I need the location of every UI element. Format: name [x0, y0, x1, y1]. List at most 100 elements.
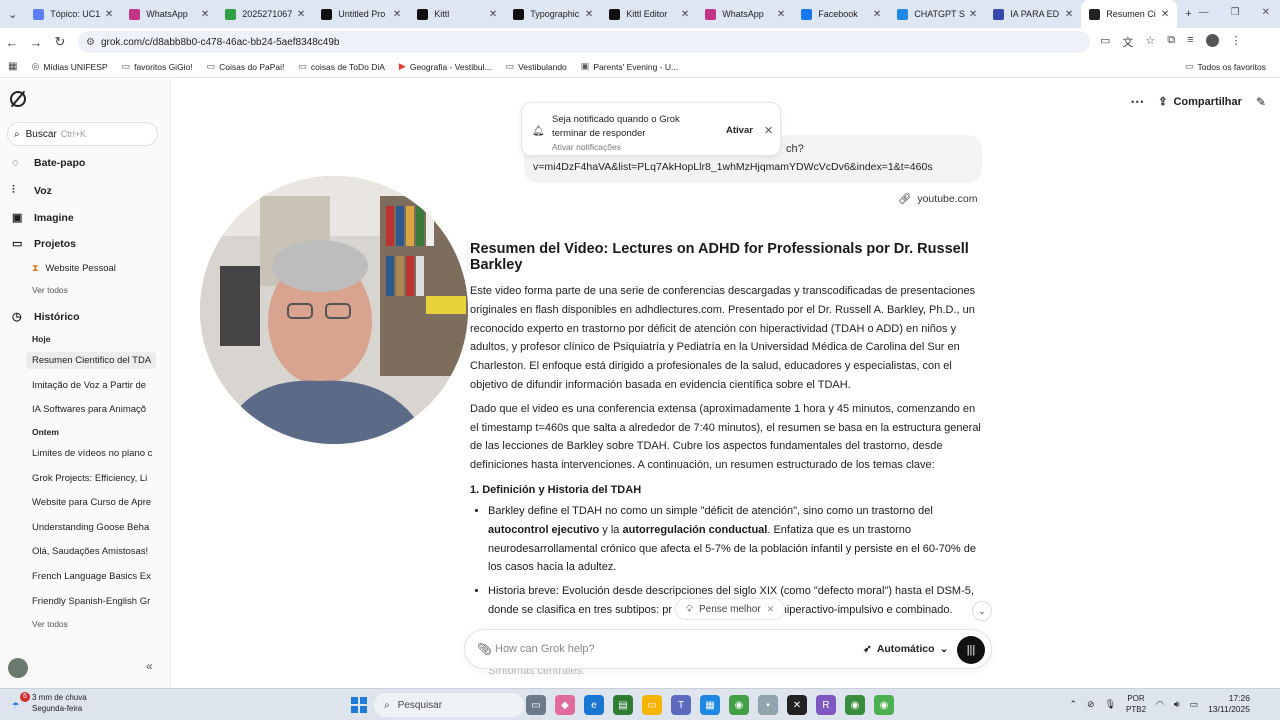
media-icon[interactable]: ≡	[1187, 34, 1193, 50]
tab-1[interactable]: WhatsApp ✕	[121, 0, 217, 28]
chrome-icon[interactable]: ◉	[874, 695, 894, 715]
browser-menu-icon[interactable]: ⋮	[1231, 34, 1242, 50]
sidebar-item-history[interactable]: ◷ Histórico	[12, 310, 162, 324]
capcut-icon[interactable]: ✕	[787, 695, 807, 715]
profile-icon[interactable]	[1205, 34, 1219, 47]
battery-icon[interactable]: ▭	[1190, 699, 1199, 710]
taskbar-search[interactable]: ⌕ Pesquisar	[374, 693, 524, 717]
tab-9[interactable]: CHATGPT S ✕	[889, 0, 985, 28]
maximize-icon[interactable]: ❐	[1231, 7, 1240, 18]
new-tab-button[interactable]: +	[1177, 8, 1199, 20]
tab-2[interactable]: 2025271067 ✕	[217, 0, 313, 28]
think-harder-chip[interactable]: 💡︎ Pense melhor ✕	[675, 598, 786, 620]
all-bookmarks[interactable]: ▭ Todos os favoritos	[1185, 61, 1266, 72]
search-button[interactable]: ⌕ Buscar Ctrl+K	[7, 122, 158, 146]
start-button[interactable]	[351, 697, 367, 713]
teams-icon[interactable]: T	[671, 695, 691, 715]
source-link[interactable]: 🔗︎ youtube.com	[898, 192, 977, 206]
app-icon[interactable]: ▤	[613, 695, 633, 715]
site-info-icon[interactable]: ⚙	[86, 37, 95, 48]
file-explorer-icon[interactable]: ▭	[642, 695, 662, 715]
close-tab-icon[interactable]: ✕	[105, 9, 113, 20]
history-item[interactable]: Limites de vídeos no plano c	[32, 448, 154, 459]
project-item[interactable]: ⧗ Website Pessoal	[32, 263, 152, 274]
tab-6[interactable]: Kittl Editor ✕	[601, 0, 697, 28]
wifi-icon[interactable]: ◠	[1156, 699, 1164, 710]
close-tab-icon[interactable]: ✕	[297, 9, 305, 20]
bookmark-item[interactable]: ▭ coisas de ToDo DiA	[298, 61, 385, 72]
tab-10[interactable]: IA PARA ED ✕	[985, 0, 1081, 28]
tab-4[interactable]: Kittl ✕	[409, 0, 505, 28]
history-item[interactable]: Friendly Spanish-English Gr	[32, 596, 154, 607]
back-icon[interactable]: ←	[0, 35, 24, 50]
close-icon[interactable]: ✕	[764, 124, 773, 137]
avatar[interactable]	[8, 658, 28, 678]
forward-icon[interactable]: →	[24, 35, 48, 50]
tab-list-icon[interactable]: ⌄	[0, 8, 25, 21]
language-indicator[interactable]: POR PTB2	[1126, 693, 1146, 715]
grok-logo-icon[interactable]	[10, 91, 26, 107]
close-tab-icon[interactable]: ✕	[393, 9, 401, 20]
history-item[interactable]: Grok Projects: Efficiency, Li	[32, 473, 154, 484]
bookmark-item[interactable]: ◎ Mídias UNIFESP	[31, 61, 107, 72]
bookmark-item[interactable]: ▭ Coisas do PaPai!	[207, 61, 285, 72]
app-icon[interactable]: ▪	[758, 695, 778, 715]
install-app-icon[interactable]: ▭	[1100, 34, 1110, 50]
taskview-icon[interactable]: ▭	[526, 695, 546, 715]
scroll-down-button[interactable]: ⌄	[972, 601, 992, 621]
app-icon[interactable]: R	[816, 695, 836, 715]
sidebar-item-voice[interactable]: ⫶ Voz	[12, 184, 162, 197]
clock[interactable]: 17:26 13/11/2025	[1208, 693, 1250, 715]
chrome-icon[interactable]: ◉	[845, 695, 865, 715]
tab-11[interactable]: Resumen Ci ✕	[1081, 0, 1178, 28]
extensions-icon[interactable]: ⧉	[1167, 34, 1175, 50]
close-icon[interactable]: ✕	[767, 604, 775, 615]
copilot-icon[interactable]: ◆	[555, 695, 575, 715]
close-tab-icon[interactable]: ✕	[873, 9, 881, 20]
sidebar-item-imagine[interactable]: ▣ Imagine	[12, 211, 162, 225]
chat-input[interactable]: How can Grok help?	[495, 643, 595, 655]
tab-8[interactable]: Facebook ✕	[793, 0, 889, 28]
network-icon[interactable]: ⊘	[1087, 699, 1095, 710]
attach-icon[interactable]: 📎︎	[477, 642, 492, 656]
tab-0[interactable]: Tópico: UC1 ✕	[25, 0, 121, 28]
bookmark-item[interactable]: ▣ Parents' Evening - U...	[581, 61, 678, 72]
history-item[interactable]: Website para Curso de Apre	[32, 497, 154, 508]
close-tab-icon[interactable]: ✕	[489, 9, 497, 20]
history-item[interactable]: French Language Basics Ex	[32, 571, 154, 582]
tab-7[interactable]: WhatsApp ✕	[697, 0, 793, 28]
new-chat-icon[interactable]: ✎	[1256, 95, 1266, 109]
reload-icon[interactable]: ↻	[48, 34, 72, 50]
enable-notifications-button[interactable]: Ativar	[726, 125, 753, 136]
bookmark-star-icon[interactable]: ☆	[1145, 34, 1155, 50]
chrome-icon[interactable]: ◉	[729, 695, 749, 715]
close-tab-icon[interactable]: ✕	[585, 9, 593, 20]
minimize-icon[interactable]: —	[1199, 7, 1209, 18]
bookmark-item[interactable]: ▶ Geografia - Vestibul...	[399, 61, 492, 72]
close-tab-icon[interactable]: ✕	[1065, 9, 1073, 20]
sidebar-item-projects[interactable]: ▭ Projetos	[12, 237, 162, 251]
apps-grid-icon[interactable]: ▦	[8, 61, 17, 72]
history-item[interactable]: IA Softwares para Animaçõ	[32, 404, 154, 415]
volume-icon[interactable]: 🔊︎	[1174, 699, 1180, 710]
see-all-projects-link[interactable]: Ver todos	[32, 285, 68, 295]
close-tab-icon[interactable]: ✕	[201, 9, 209, 20]
bookmark-item[interactable]: ▭ Vestibulando	[506, 61, 567, 72]
voice-mode-button[interactable]: |||	[957, 636, 985, 664]
share-button[interactable]: ⇪ Compartilhar	[1158, 95, 1242, 109]
tab-3[interactable]: Untitled Pro ✕	[313, 0, 409, 28]
weather-widget[interactable]: ☂ 6 3 mm de chuva Segunda-feira	[6, 692, 87, 714]
close-tab-icon[interactable]: ✕	[777, 9, 785, 20]
edge-icon[interactable]: e	[584, 695, 604, 715]
model-selector[interactable]: ➶ Automático ⌄	[863, 643, 948, 655]
tab-5[interactable]: Typographic ✕	[505, 0, 601, 28]
collapse-sidebar-icon[interactable]: «	[146, 659, 153, 673]
history-item[interactable]: Imitação de Voz a Partir de	[32, 380, 154, 391]
close-window-icon[interactable]: ✕	[1262, 7, 1270, 18]
history-item[interactable]: Olá, Saudações Amistosas!	[32, 546, 154, 557]
more-options-icon[interactable]: ⋯	[1130, 93, 1144, 110]
mic-icon[interactable]: 🎙︎	[1105, 699, 1116, 710]
chevron-up-icon[interactable]: ⌃	[1069, 699, 1077, 710]
history-item[interactable]: Resumen Cientifico del TDA	[26, 352, 156, 369]
history-item[interactable]: Understanding Goose Beha	[32, 522, 154, 533]
